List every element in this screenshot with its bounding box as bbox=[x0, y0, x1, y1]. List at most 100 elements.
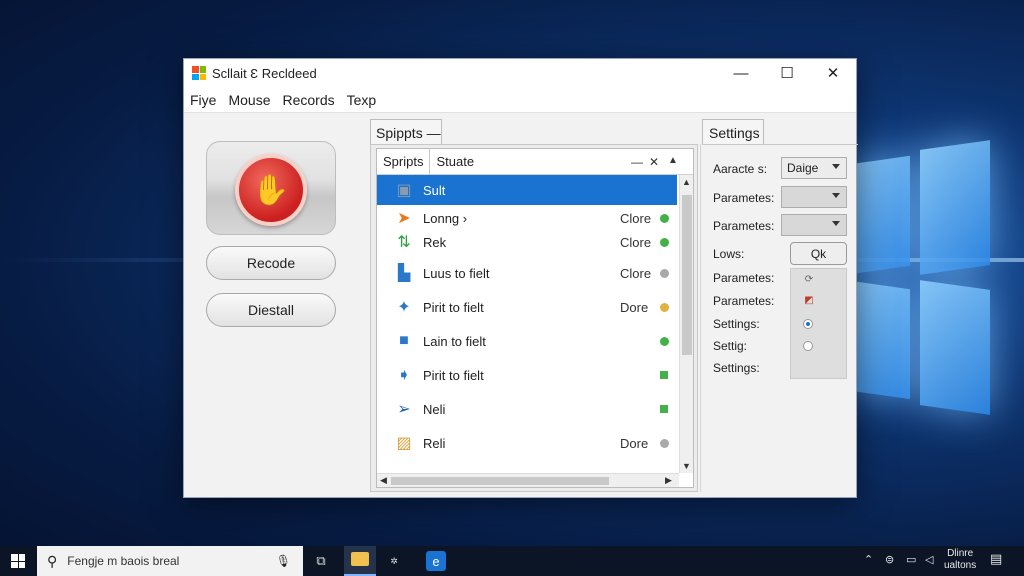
setting-label-params-2: Parametes: bbox=[713, 219, 775, 233]
clock[interactable]: Dlinre ualtons bbox=[944, 548, 976, 572]
blue-arrow-icon: ➢ bbox=[397, 401, 411, 418]
status-indicator bbox=[660, 237, 669, 247]
tray-up-arrow-icon[interactable]: ⌃ bbox=[864, 553, 873, 566]
menu-bar: Fiye Mouse Records Texp bbox=[184, 87, 856, 113]
list-item[interactable]: ⇅ Rek Clore bbox=[377, 227, 677, 257]
app-icon bbox=[192, 66, 206, 80]
menu-records[interactable]: Records bbox=[282, 92, 334, 108]
volume-icon[interactable]: ◁ bbox=[925, 553, 933, 566]
parameters-dropdown-2[interactable] bbox=[781, 214, 847, 236]
scroll-left-icon[interactable]: ◀ bbox=[380, 475, 387, 486]
search-icon: ⚲ bbox=[47, 552, 58, 569]
status-indicator bbox=[660, 213, 669, 223]
battery-icon[interactable]: ▭ bbox=[906, 553, 916, 566]
notifications-icon[interactable]: ▤ bbox=[990, 551, 1002, 567]
setting-label-settings-3: Settings: bbox=[713, 361, 760, 375]
window-title: Scllait Ɛ Recldeed bbox=[212, 65, 317, 81]
windows-logo-icon bbox=[11, 554, 25, 568]
setting-label-params-4: Parametes: bbox=[713, 294, 775, 308]
start-button[interactable] bbox=[0, 546, 36, 576]
scroll-down-icon[interactable]: ▼ bbox=[682, 461, 691, 471]
options-panel: ⟳ ◩ bbox=[790, 268, 847, 379]
setting-label-lows: Lows: bbox=[713, 247, 745, 261]
microphone-icon[interactable]: 🎙 bbox=[276, 554, 291, 568]
clock-time: Dlinre bbox=[947, 548, 974, 559]
minimize-button[interactable]: — bbox=[718, 59, 764, 87]
settings-taskbar-icon[interactable]: ✲ bbox=[384, 551, 404, 571]
blue-star-icon: ✦ bbox=[397, 299, 411, 316]
setting-label-characters: Aaracte s: bbox=[713, 162, 768, 176]
horizontal-scrollbar[interactable]: ◀ ▶ bbox=[377, 473, 679, 487]
taskbar-search[interactable]: ⚲ Fengje m baois breal 🎙 bbox=[37, 546, 303, 576]
radio-option-2[interactable] bbox=[803, 341, 813, 351]
status-indicator bbox=[660, 371, 668, 379]
vertical-scrollbar[interactable]: ▲ ▼ bbox=[679, 175, 693, 473]
menu-texp[interactable]: Texp bbox=[347, 92, 377, 108]
list-item-label: Luus to fielt bbox=[423, 265, 490, 281]
title-bar[interactable]: Scllait Ɛ Recldeed — ☐ ✕ bbox=[184, 59, 856, 87]
status-indicator bbox=[660, 405, 668, 413]
list-item[interactable]: ▣ Sult bbox=[377, 175, 677, 205]
setting-label-settings-2: Settig: bbox=[713, 339, 748, 353]
network-icon[interactable]: ⊜ bbox=[885, 553, 894, 566]
list-item-label: Neli bbox=[423, 401, 446, 417]
radio-option-1[interactable] bbox=[803, 319, 813, 329]
list-item[interactable]: ➧ Pirit to fielt bbox=[377, 360, 677, 390]
panel-close-icon[interactable]: ✕ bbox=[649, 155, 659, 169]
record-hand-icon[interactable]: ✋ bbox=[235, 154, 307, 226]
list-item[interactable]: ▙ Luus to fielt Clore bbox=[377, 258, 677, 288]
tab-scripts-outer[interactable]: Spippts — bbox=[370, 119, 442, 145]
scroll-right-icon[interactable]: ▶ bbox=[665, 475, 672, 486]
task-view-icon[interactable]: ⧉ bbox=[311, 551, 331, 571]
search-input[interactable]: Fengje m baois breal bbox=[67, 554, 179, 568]
clock-date: ualtons bbox=[944, 560, 977, 571]
list-item-label: Rek bbox=[423, 234, 447, 250]
list-item-status: Clore bbox=[620, 265, 652, 281]
edge-icon[interactable]: e bbox=[426, 551, 446, 571]
yellow-box-icon: ▨ bbox=[396, 435, 412, 452]
recode-button[interactable]: Recode bbox=[206, 246, 336, 280]
list-item-status: Dore bbox=[620, 435, 649, 451]
list-item-status: Clore bbox=[620, 210, 652, 226]
list-item-label: Sult bbox=[423, 182, 446, 198]
settings-divider bbox=[700, 144, 701, 492]
status-indicator bbox=[660, 438, 669, 448]
record-tile[interactable]: ✋ bbox=[206, 141, 336, 235]
chevron-down-icon bbox=[832, 193, 840, 198]
setting-label-params-3: Parametes: bbox=[713, 271, 775, 285]
green-arrows-icon: ⇅ bbox=[397, 234, 411, 251]
list-item-label: Pirit to fielt bbox=[423, 367, 484, 383]
characters-dropdown[interactable]: Daige bbox=[781, 157, 847, 179]
panel-scroll-up-icon[interactable]: ▲ bbox=[668, 155, 678, 166]
color-swatch-icon[interactable]: ◩ bbox=[803, 294, 815, 306]
scroll-up-icon[interactable]: ▲ bbox=[682, 177, 691, 187]
setting-label-settings-1: Settings: bbox=[713, 317, 760, 331]
list-item-label: Pirit to fielt bbox=[423, 299, 484, 315]
close-button[interactable]: ✕ bbox=[810, 59, 856, 87]
maximize-button[interactable]: ☐ bbox=[764, 59, 810, 87]
tab-scripts[interactable]: Spripts bbox=[377, 148, 431, 175]
diestall-button[interactable]: Diestall bbox=[206, 293, 336, 327]
sync-icon[interactable]: ⟳ bbox=[803, 273, 815, 285]
list-item[interactable]: ■ Lain to fielt bbox=[377, 326, 677, 356]
settings-header-line bbox=[702, 144, 858, 145]
parameters-dropdown-1[interactable] bbox=[781, 186, 847, 208]
menu-mouse[interactable]: Mouse bbox=[228, 92, 270, 108]
tab-settings[interactable]: Settings bbox=[702, 119, 764, 145]
list-item[interactable]: ▨ Reli Dore bbox=[377, 428, 677, 458]
app-window: Scllait Ɛ Recldeed — ☐ ✕ Fiye Mouse Reco… bbox=[183, 58, 858, 498]
list-item[interactable]: ✦ Pirit to fielt Dore bbox=[377, 292, 677, 322]
chevron-down-icon bbox=[832, 221, 840, 226]
file-explorer-taskbar-item[interactable] bbox=[344, 546, 376, 576]
list-item-label: Reli bbox=[423, 435, 446, 451]
list-item[interactable]: ➢ Neli bbox=[377, 394, 677, 424]
blue-puzzle-icon: ▙ bbox=[397, 265, 411, 282]
list-item-status: Dore bbox=[620, 299, 649, 315]
panel-minimize-icon[interactable]: — bbox=[631, 155, 643, 169]
ok-button[interactable]: Qk bbox=[790, 242, 847, 265]
horizontal-scroll-thumb[interactable] bbox=[391, 477, 609, 485]
vertical-scroll-thumb[interactable] bbox=[682, 195, 692, 355]
menu-file[interactable]: Fiye bbox=[190, 92, 216, 108]
taskbar: ⚲ Fengje m baois breal 🎙 ⧉ ✲ e ⌃ ⊜ ▭ ◁ D… bbox=[0, 546, 1024, 576]
tab-state[interactable]: Stuate bbox=[430, 149, 480, 175]
